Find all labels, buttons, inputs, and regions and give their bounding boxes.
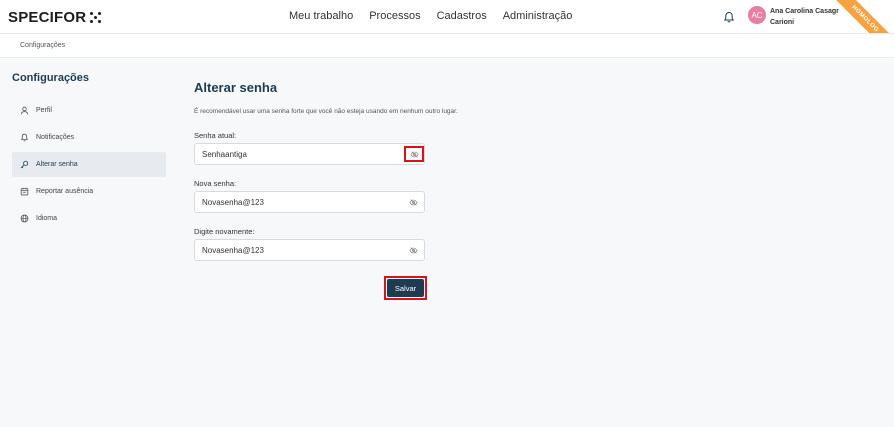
nav-meu-trabalho[interactable]: Meu trabalho [289, 10, 353, 22]
sidebar-item-label: Notificações [36, 134, 75, 141]
key-icon [20, 160, 29, 169]
logo-dots-icon [90, 12, 102, 23]
confirm-password-input[interactable] [195, 240, 400, 260]
eye-slash-icon [408, 246, 418, 254]
toggle-visibility-current-button[interactable] [404, 146, 424, 162]
user-name[interactable]: Ana Carolina Casagr Carioni [770, 6, 850, 28]
page-title: Alterar senha [194, 80, 278, 95]
confirm-password-field [194, 239, 425, 261]
sidebar-item-perfil[interactable]: Perfil [12, 98, 166, 123]
save-button-highlight: Salvar [384, 276, 427, 300]
toggle-visibility-confirm-button[interactable] [408, 245, 418, 255]
user-icon [20, 106, 29, 115]
notifications-bell-icon[interactable] [722, 10, 736, 24]
nav-processos[interactable]: Processos [369, 10, 420, 22]
eye-slash-icon [408, 198, 418, 206]
current-password-input[interactable] [195, 144, 400, 164]
nav-administracao[interactable]: Administração [503, 10, 573, 22]
bell-icon [20, 133, 29, 142]
avatar-initials: AC [751, 10, 763, 20]
breadcrumb[interactable]: Configurações [20, 42, 65, 49]
current-password-label: Senha atual: [194, 131, 237, 140]
confirm-password-label: Digite novamente: [194, 227, 255, 236]
save-button[interactable]: Salvar [387, 279, 424, 297]
logo-text: SPECIFOR [8, 9, 87, 26]
sidebar-item-label: Idioma [36, 215, 58, 222]
top-bar: SPECIFOR Meu trabalho Processos Cadastro… [0, 0, 894, 34]
current-password-field [194, 143, 425, 165]
user-name-line1: Ana Carolina Casagr [770, 8, 839, 15]
sidebar-title: Configurações [12, 72, 90, 84]
avatar[interactable]: AC [748, 6, 766, 24]
sidebar-item-label: Reportar ausência [36, 188, 94, 195]
breadcrumb-bar: Configurações [0, 34, 894, 58]
sidebar-item-alterar-senha[interactable]: Alterar senha [12, 152, 166, 177]
user-name-line2: Carioni [770, 19, 795, 26]
new-password-field [194, 191, 425, 213]
eye-slash-icon [409, 150, 419, 158]
sidebar-item-reportar-ausencia[interactable]: Reportar ausência [12, 179, 166, 204]
sidebar-menu: Perfil Notificações Alterar senha Report… [12, 98, 166, 233]
sidebar-item-notificacoes[interactable]: Notificações [12, 125, 166, 150]
new-password-label: Nova senha: [194, 179, 237, 188]
sidebar-item-label: Alterar senha [36, 161, 78, 168]
globe-icon [20, 214, 29, 223]
sidebar-item-label: Perfil [36, 107, 52, 114]
toggle-visibility-new-button[interactable] [408, 197, 418, 207]
calendar-icon [20, 187, 29, 196]
new-password-input[interactable] [195, 192, 400, 212]
sidebar-item-idioma[interactable]: Idioma [12, 206, 166, 231]
main-nav: Meu trabalho Processos Cadastros Adminis… [289, 10, 572, 22]
nav-cadastros[interactable]: Cadastros [437, 10, 487, 22]
logo[interactable]: SPECIFOR [8, 9, 102, 26]
password-hint: É recomendável usar uma senha forte que … [194, 108, 458, 115]
